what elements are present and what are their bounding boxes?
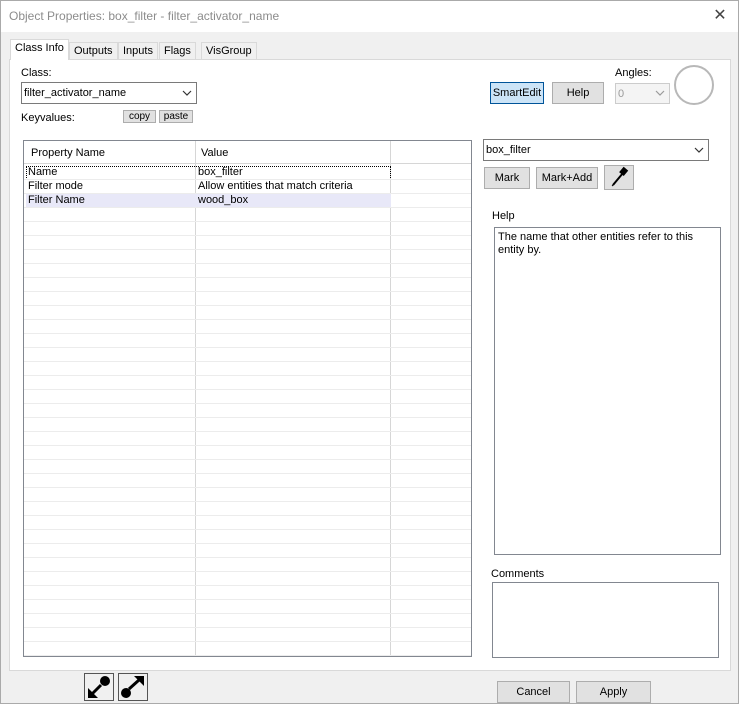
grid-row-line (24, 641, 471, 642)
angles-label: Angles: (615, 67, 652, 79)
paste-button[interactable]: paste (159, 110, 193, 123)
goto-target-icon (119, 676, 147, 703)
grid-row-line (24, 403, 471, 404)
grid-divider (390, 141, 391, 656)
table-row[interactable]: Name box_filter (26, 166, 391, 180)
close-icon[interactable]: ✕ (706, 3, 734, 29)
property-value: box_filter (198, 166, 243, 178)
goto-source-button[interactable] (84, 673, 114, 701)
grid-row-line (24, 445, 471, 446)
class-label: Class: (21, 67, 52, 79)
angles-select[interactable]: 0 (615, 83, 670, 104)
grid-row-line (24, 319, 471, 320)
window-title: Object Properties: box_filter - filter_a… (9, 9, 280, 23)
property-name: Filter mode (28, 180, 84, 192)
grid-row-line (24, 529, 471, 530)
grid-row-line (24, 417, 471, 418)
angle-dial[interactable] (674, 65, 714, 105)
tab-flags[interactable]: Flags (159, 42, 196, 60)
grid-row-line (24, 263, 471, 264)
title-bar: Object Properties: box_filter - filter_a… (1, 1, 738, 32)
tab-outputs[interactable]: Outputs (69, 42, 118, 60)
tab-visgroup[interactable]: VisGroup (201, 42, 257, 60)
help-heading: Help (492, 210, 515, 222)
property-name: Filter Name (28, 194, 85, 206)
grid-row-line (24, 613, 471, 614)
grid-row-line (24, 459, 471, 460)
grid-row-line (24, 375, 471, 376)
object-properties-window: Object Properties: box_filter - filter_a… (0, 0, 739, 704)
grid-row-line (24, 389, 471, 390)
target-select[interactable]: box_filter (483, 139, 709, 161)
table-row[interactable]: Filter mode Allow entities that match cr… (26, 180, 391, 194)
grid-row-line (24, 277, 471, 278)
grid-header-divider (24, 163, 471, 164)
grid-row-line (24, 249, 471, 250)
property-name: Name (28, 166, 58, 178)
goto-target-button[interactable] (118, 673, 148, 701)
copy-button[interactable]: copy (123, 110, 156, 123)
table-row[interactable]: Filter Name wood_box (26, 194, 391, 208)
apply-button[interactable]: Apply (576, 681, 651, 703)
chevron-down-icon (181, 83, 193, 103)
comments-heading: Comments (491, 568, 545, 580)
cancel-button[interactable]: Cancel (497, 681, 570, 703)
target-select-value: box_filter (486, 144, 531, 156)
grid-row-line (24, 655, 471, 656)
grid-row-line (24, 221, 471, 222)
grid-row-line (24, 179, 471, 180)
property-grid[interactable]: Property Name Value Name box_filter Filt… (23, 140, 472, 657)
grid-row-line (24, 599, 471, 600)
grid-divider (195, 141, 196, 656)
comments-field[interactable] (492, 582, 719, 658)
mark-add-button[interactable]: Mark+Add (536, 167, 598, 189)
eyedropper-icon (607, 166, 631, 191)
property-value: Allow entities that match criteria (198, 180, 353, 192)
grid-row-line (24, 361, 471, 362)
grid-row-line (24, 431, 471, 432)
angles-value: 0 (618, 88, 625, 100)
grid-row-line (24, 207, 471, 208)
property-value: wood_box (198, 194, 249, 206)
keyvalues-label: Keyvalues: (21, 112, 75, 124)
grid-row-line (24, 473, 471, 474)
grid-row-line (24, 235, 471, 236)
help-button[interactable]: Help (552, 82, 604, 104)
mark-button[interactable]: Mark (484, 167, 530, 189)
grid-row-line (24, 193, 471, 194)
grid-row-line (24, 333, 471, 334)
grid-row-line (24, 557, 471, 558)
smartedit-button[interactable]: SmartEdit (490, 82, 544, 104)
column-header-value[interactable]: Value (201, 147, 228, 159)
column-header-property-name[interactable]: Property Name (31, 147, 105, 159)
grid-row-line (24, 291, 471, 292)
grid-row-line (24, 585, 471, 586)
tab-inputs[interactable]: Inputs (118, 42, 158, 60)
help-text-box: The name that other entities refer to th… (494, 227, 721, 555)
grid-row-line (24, 571, 471, 572)
grid-row-line (24, 347, 471, 348)
class-select-value: filter_activator_name (24, 87, 127, 99)
tab-class-info[interactable]: Class Info (10, 39, 69, 60)
class-select[interactable]: filter_activator_name (21, 82, 197, 104)
eyedropper-button[interactable] (604, 165, 634, 190)
grid-row-line (24, 305, 471, 306)
grid-row-line (24, 543, 471, 544)
chevron-down-icon (693, 140, 705, 160)
grid-row-line (24, 487, 471, 488)
grid-row-line (24, 501, 471, 502)
grid-row-line (24, 627, 471, 628)
goto-source-icon (85, 676, 113, 703)
grid-row-line (24, 515, 471, 516)
chevron-down-icon (654, 84, 666, 103)
